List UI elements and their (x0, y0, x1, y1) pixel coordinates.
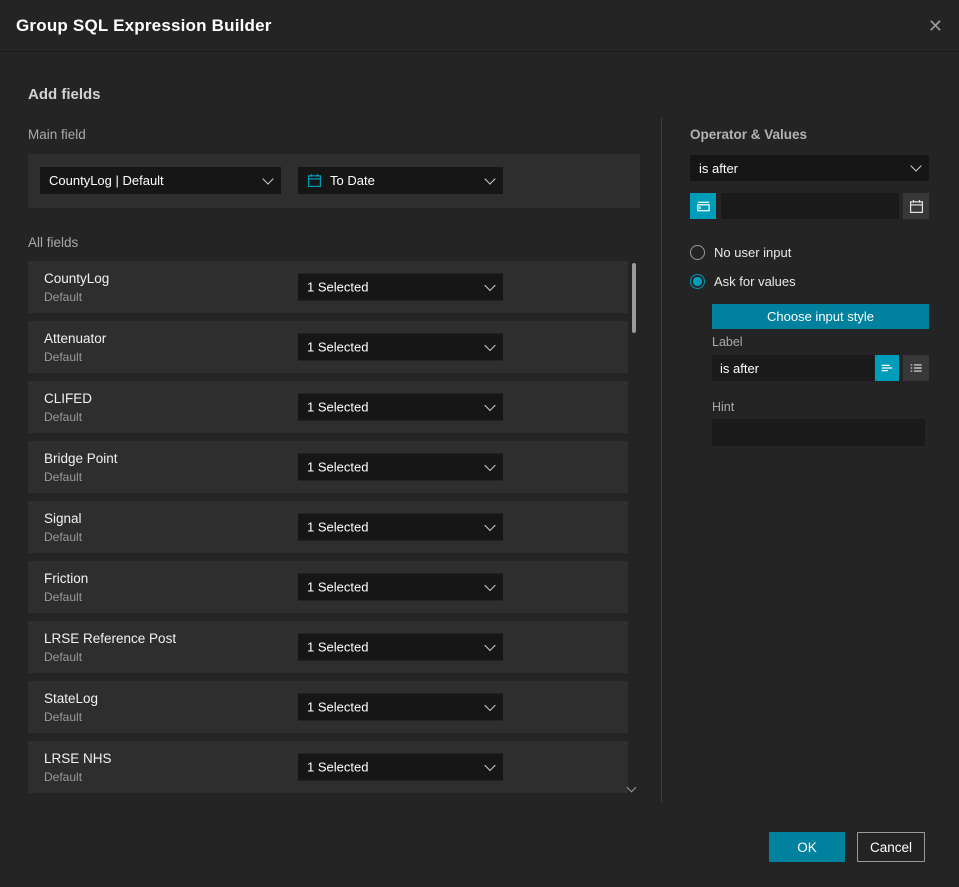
field-row: CountyLog Default 1 Selected (28, 261, 628, 313)
chevron-down-icon (484, 399, 496, 411)
radio-checked-icon (690, 274, 705, 289)
field-subtitle: Default (44, 709, 83, 724)
operator-value-input[interactable] (721, 193, 899, 219)
main-field-select[interactable]: CountyLog | Default (40, 167, 281, 194)
field-subtitle: Default (44, 649, 83, 664)
field-name: CountyLog (44, 270, 110, 286)
panel-divider (661, 118, 662, 802)
field-values-select[interactable]: 1 Selected (298, 693, 503, 721)
add-fields-heading: Add fields (28, 86, 101, 103)
field-name: Signal (44, 510, 82, 526)
operator-select-value: is after (699, 160, 739, 176)
field-values-select[interactable]: 1 Selected (298, 753, 503, 781)
field-values-select[interactable]: 1 Selected (298, 453, 503, 481)
chevron-down-icon (484, 579, 496, 591)
field-subtitle: Default (44, 589, 83, 604)
field-subtitle: Default (44, 769, 83, 784)
chevron-down-icon (484, 279, 496, 291)
single-line-input-style-button[interactable] (875, 355, 899, 381)
field-values-select[interactable]: 1 Selected (298, 273, 503, 301)
date-field-select[interactable]: To Date (298, 167, 503, 194)
field-subtitle: Default (44, 289, 83, 304)
main-field-label: Main field (28, 127, 86, 142)
input-style-toggle-button[interactable] (690, 193, 716, 219)
cancel-button[interactable]: Cancel (857, 832, 925, 862)
field-row: Bridge Point Default 1 Selected (28, 441, 628, 493)
hint-field-label: Hint (712, 400, 735, 414)
input-field-icon (696, 199, 711, 214)
date-field-select-value: To Date (330, 173, 375, 188)
field-values-select[interactable]: 1 Selected (298, 393, 503, 421)
list-icon (909, 361, 923, 375)
chevron-down-icon (262, 172, 274, 185)
scroll-down-chevron-icon[interactable] (628, 784, 636, 792)
field-name: CLIFED (44, 390, 93, 406)
field-subtitle: Default (44, 469, 83, 484)
field-subtitle: Default (44, 349, 83, 364)
dialog-header: Group SQL Expression Builder ✕ (0, 0, 959, 52)
field-values-select[interactable]: 1 Selected (298, 333, 503, 361)
field-row: LRSE NHS Default 1 Selected (28, 741, 628, 793)
dialog-title: Group SQL Expression Builder (16, 15, 272, 35)
all-fields-list: CountyLog Default 1 Selected Attenuator … (28, 261, 628, 793)
chevron-down-icon (484, 639, 496, 651)
chevron-down-icon (484, 699, 496, 711)
field-row: Signal Default 1 Selected (28, 501, 628, 553)
operator-select[interactable]: is after (690, 155, 929, 181)
field-row: Friction Default 1 Selected (28, 561, 628, 613)
operator-values-heading: Operator & Values (690, 127, 808, 142)
field-subtitle: Default (44, 529, 83, 544)
field-subtitle: Default (44, 409, 83, 424)
calendar-button[interactable] (903, 193, 929, 219)
list-input-style-button[interactable] (903, 355, 929, 381)
field-name: Friction (44, 570, 89, 586)
chevron-down-icon (484, 459, 496, 471)
field-values-select[interactable]: 1 Selected (298, 573, 503, 601)
main-field-panel: CountyLog | Default To Date (28, 154, 640, 208)
calendar-icon (909, 199, 924, 214)
field-name: Attenuator (44, 330, 107, 346)
choose-input-style-button[interactable]: Choose input style (712, 304, 929, 329)
radio-no-user-input[interactable]: No user input (690, 245, 791, 260)
field-values-select[interactable]: 1 Selected (298, 513, 503, 541)
single-line-input-icon (880, 361, 894, 375)
group-sql-expression-builder-dialog: Group SQL Expression Builder ✕ Add field… (0, 0, 959, 887)
scrollbar-thumb[interactable] (632, 263, 636, 333)
radio-unchecked-icon (690, 245, 705, 260)
chevron-down-icon (484, 339, 496, 351)
field-row: LRSE Reference Post Default 1 Selected (28, 621, 628, 673)
radio-ask-for-values[interactable]: Ask for values (690, 274, 796, 289)
main-field-select-value: CountyLog | Default (49, 173, 164, 188)
field-name: LRSE NHS (44, 750, 112, 766)
label-field-label: Label (712, 335, 743, 349)
field-name: LRSE Reference Post (44, 630, 177, 646)
field-row: CLIFED Default 1 Selected (28, 381, 628, 433)
chevron-down-icon (484, 759, 496, 771)
field-row: StateLog Default 1 Selected (28, 681, 628, 733)
field-values-select[interactable]: 1 Selected (298, 633, 503, 661)
chevron-down-icon (910, 160, 922, 172)
calendar-icon (307, 173, 322, 188)
hint-input[interactable] (712, 419, 925, 446)
field-row: Attenuator Default 1 Selected (28, 321, 628, 373)
field-name: StateLog (44, 690, 99, 706)
field-name: Bridge Point (44, 450, 118, 466)
chevron-down-icon (484, 519, 496, 531)
chevron-down-icon (484, 172, 496, 185)
label-input[interactable] (712, 355, 874, 381)
close-icon[interactable]: ✕ (928, 17, 943, 35)
all-fields-label: All fields (28, 235, 79, 250)
ok-button[interactable]: OK (769, 832, 845, 862)
